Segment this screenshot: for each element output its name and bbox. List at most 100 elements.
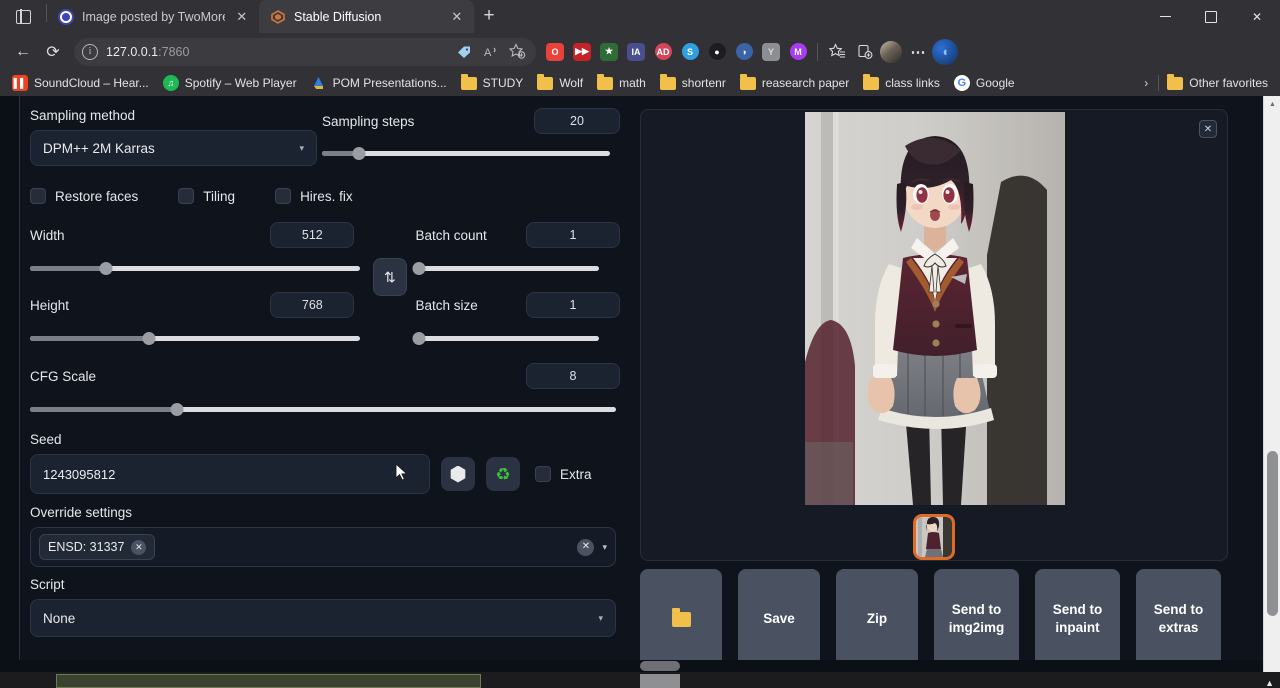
width-label: Width [30, 228, 65, 243]
send-to-img2img-button[interactable]: Send to img2img [934, 569, 1019, 669]
override-settings-field[interactable]: ENSD: 31337 ✕ ✕ ▾ [30, 527, 616, 567]
title-bar: Image posted by TwoMoreTimes ✕ Stable Di… [0, 0, 1280, 33]
taskbar-window-preview[interactable] [56, 674, 481, 688]
taskbar-item[interactable] [640, 674, 680, 688]
script-select[interactable]: None ▾ [30, 599, 616, 637]
tiling-checkbox[interactable]: Tiling [178, 188, 235, 204]
refresh-icon[interactable]: ⟳ [38, 37, 68, 67]
image-preview-container: ✕ [640, 109, 1228, 561]
close-icon[interactable]: ✕ [1199, 120, 1217, 138]
gallery-thumbnail[interactable] [913, 514, 955, 560]
horizontal-scrollbar-thumb[interactable] [640, 661, 680, 671]
checkbox-box [178, 188, 194, 204]
batch-count-slider[interactable] [415, 261, 599, 275]
cfg-scale-slider[interactable] [30, 402, 616, 416]
hires-fix-checkbox[interactable]: Hires. fix [275, 188, 353, 204]
location-pin-icon[interactable]: ● [704, 39, 730, 65]
batch-size-slider[interactable] [415, 331, 599, 345]
vertical-scrollbar[interactable]: ▲ ▼ [1263, 96, 1280, 688]
collections-icon[interactable] [851, 39, 877, 65]
width-slider[interactable] [30, 261, 360, 275]
bookmark-pom-presentations[interactable]: POM Presentations... [305, 72, 453, 94]
sampling-steps-value[interactable]: 20 [534, 108, 620, 134]
internet-archive-icon[interactable]: IA [623, 39, 649, 65]
bookmark-folder-class-links[interactable]: class links [857, 72, 946, 94]
sampling-method-label: Sampling method [30, 108, 322, 123]
width-value[interactable]: 512 [270, 222, 354, 248]
open-folder-button[interactable] [640, 569, 722, 669]
minimize-button[interactable] [1142, 0, 1188, 33]
send-to-inpaint-button[interactable]: Send to inpaint [1035, 569, 1120, 669]
tab-image-posted[interactable]: Image posted by TwoMoreTimes ✕ [47, 0, 259, 33]
bookmark-label: Google [976, 76, 1015, 90]
bookmark-soundcloud[interactable]: ▌▌ SoundCloud – Hear... [6, 72, 155, 94]
bookmark-spotify[interactable]: ♫ Spotify – Web Player [157, 72, 303, 94]
tab-close-icon[interactable]: ✕ [448, 7, 466, 26]
generated-image[interactable] [805, 112, 1065, 505]
restore-faces-checkbox[interactable]: Restore faces [30, 188, 138, 204]
bookmark-folder-math[interactable]: math [591, 72, 652, 94]
add-favorite-icon[interactable] [505, 39, 530, 64]
remove-tag-icon[interactable]: ✕ [131, 540, 146, 555]
url-text: 127.0.0.1:7860 [106, 45, 189, 59]
bookmark-folder-research-paper[interactable]: reasearch paper [734, 72, 855, 94]
adblock-icon[interactable]: AD [650, 39, 676, 65]
sampling-steps-slider[interactable] [322, 146, 610, 160]
seed-input[interactable]: 1243095812 [30, 454, 430, 494]
profile-avatar[interactable] [878, 39, 904, 65]
address-bar[interactable]: i 127.0.0.1:7860 A [74, 38, 536, 66]
system-clock[interactable]: ▲ [1265, 678, 1274, 688]
save-button[interactable]: Save [738, 569, 820, 669]
shazam-icon[interactable]: S [677, 39, 703, 65]
vertical-scrollbar-thumb[interactable] [1267, 451, 1278, 616]
bookmark-folder-study[interactable]: STUDY [455, 72, 530, 94]
horizontal-scrollbar[interactable] [0, 660, 1263, 672]
bookmark-google[interactable]: G Google [948, 72, 1021, 94]
settings-more-icon[interactable]: ⋯ [905, 39, 931, 65]
tampermonkey-icon[interactable]: ★ [596, 39, 622, 65]
video-downloader-icon[interactable]: ▶▶ [569, 39, 595, 65]
other-favorites-button[interactable]: Other favorites [1161, 72, 1274, 94]
shopping-tag-icon[interactable] [451, 39, 476, 64]
sampling-steps-label: Sampling steps [322, 114, 414, 129]
sampling-method-select[interactable]: DPM++ 2M Karras ▾ [30, 130, 317, 166]
bookmark-label: POM Presentations... [333, 76, 447, 90]
favorites-icon[interactable] [824, 39, 850, 65]
maximize-button[interactable] [1188, 0, 1234, 33]
copilot-icon[interactable]: ◖ [932, 39, 958, 65]
batch-count-value[interactable]: 1 [526, 222, 620, 248]
bookmarks-overflow-icon[interactable]: › [1136, 76, 1156, 90]
monica-icon[interactable]: M [785, 39, 811, 65]
read-aloud-icon[interactable]: A [478, 39, 503, 64]
clear-all-icon[interactable]: ✕ [577, 539, 594, 556]
bookmark-folder-shortenr[interactable]: shortenr [654, 72, 732, 94]
recycle-icon[interactable]: ♻ [486, 457, 520, 491]
send-to-extras-button[interactable]: Send to extras [1136, 569, 1221, 669]
extra-seed-checkbox[interactable]: Extra [535, 466, 592, 482]
tab-stable-diffusion[interactable]: Stable Diffusion ✕ [259, 0, 474, 33]
height-slider[interactable] [30, 331, 360, 345]
batch-size-value[interactable]: 1 [526, 292, 620, 318]
zip-button[interactable]: Zip [836, 569, 918, 669]
opera-extension-icon[interactable]: O [542, 39, 568, 65]
dice-icon[interactable] [441, 457, 475, 491]
scroll-up-icon[interactable]: ▲ [1264, 96, 1280, 113]
cfg-scale-value[interactable]: 8 [526, 363, 620, 389]
back-icon[interactable]: ← [8, 37, 38, 67]
yandex-icon[interactable]: Y [758, 39, 784, 65]
bookmark-folder-wolf[interactable]: Wolf [531, 72, 589, 94]
checkbox-label: Extra [560, 467, 592, 482]
height-value[interactable]: 768 [270, 292, 354, 318]
google-drive-icon [311, 75, 327, 91]
profile-extension-icon[interactable]: ◑ [731, 39, 757, 65]
new-tab-button[interactable]: + [474, 2, 504, 30]
tab-close-icon[interactable]: ✕ [233, 7, 251, 26]
tab-search-icon[interactable] [0, 0, 46, 33]
override-tag[interactable]: ENSD: 31337 ✕ [39, 534, 155, 560]
chevron-down-icon[interactable]: ▾ [602, 542, 607, 553]
close-window-button[interactable]: ✕ [1234, 0, 1280, 33]
batch-size-label: Batch size [415, 298, 477, 313]
site-info-icon[interactable]: i [82, 44, 98, 60]
swap-dimensions-button[interactable]: ⇅ [373, 258, 407, 296]
output-panel: ✕ [640, 96, 1240, 688]
